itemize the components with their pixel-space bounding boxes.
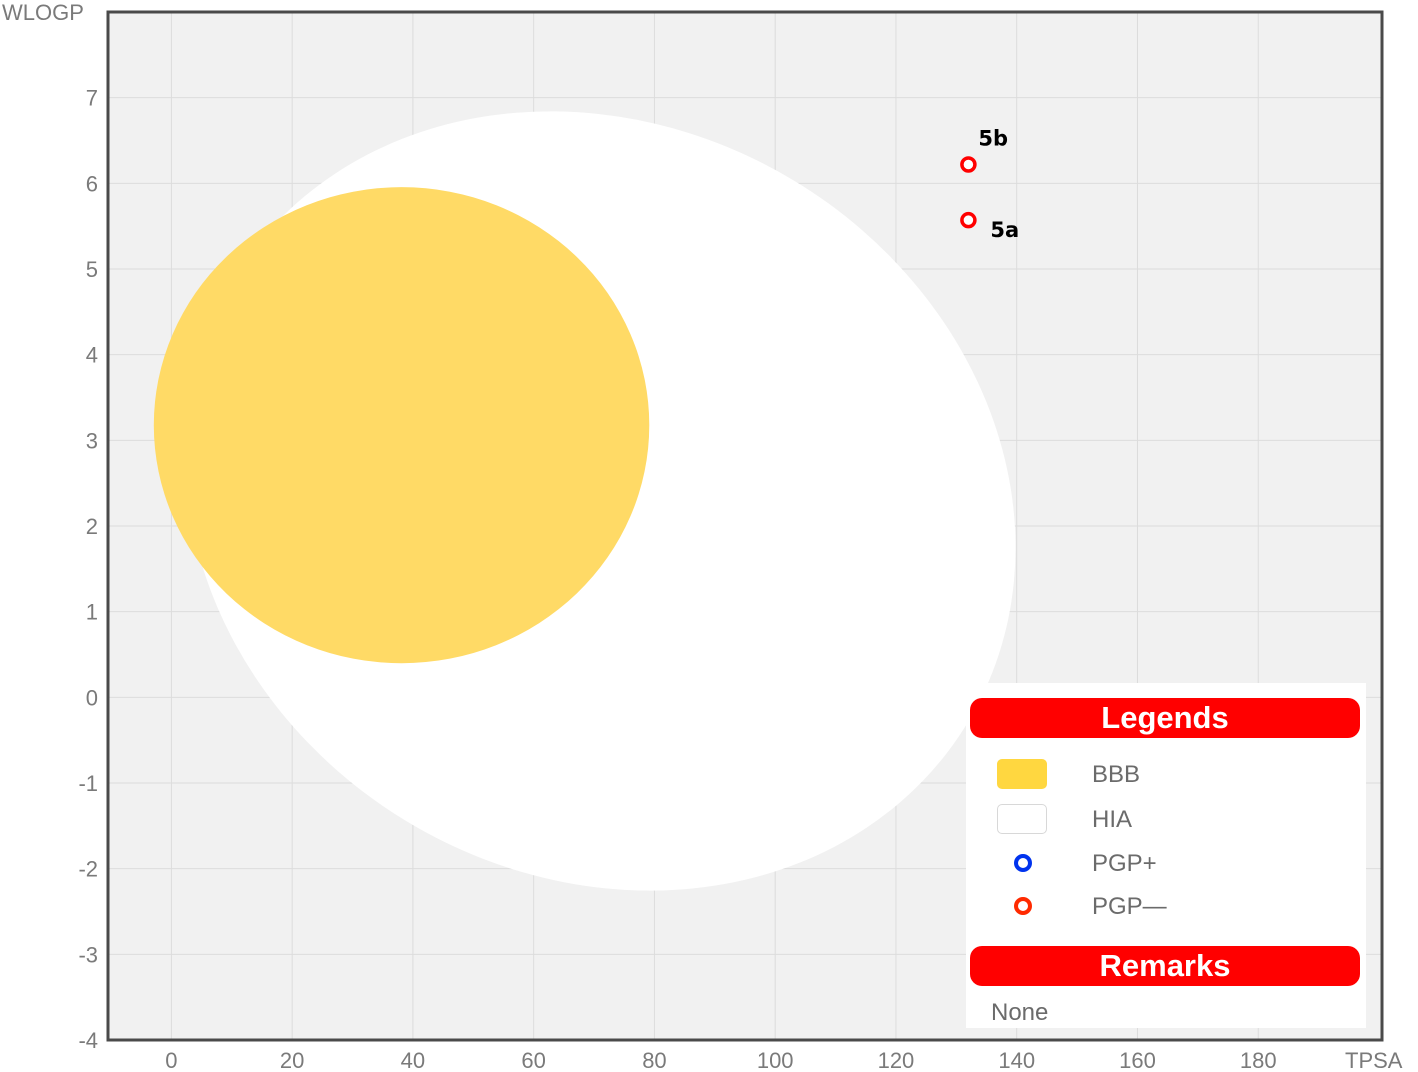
point-5b [960, 156, 977, 173]
x-axis-label: TPSA [1345, 1048, 1403, 1072]
x-tick-labels: 0 20 40 60 80 100 120 140 160 180 [165, 1048, 1276, 1072]
x-tick-label: 120 [878, 1048, 915, 1072]
y-tick-label: 6 [86, 171, 98, 196]
legend-title: Legends [970, 698, 1360, 738]
x-tick-label: 0 [165, 1048, 177, 1072]
x-tick-label: 40 [401, 1048, 425, 1072]
y-tick-label: 1 [86, 600, 98, 625]
legend-item-bbb: BBB [966, 757, 1366, 793]
point-5a [960, 211, 977, 229]
hia-swatch [997, 804, 1047, 834]
point-label-5b: 5b [978, 126, 1008, 150]
point-label-5a: 5a [990, 218, 1019, 242]
remarks-title: Remarks [970, 946, 1360, 986]
y-tick-label: 2 [86, 514, 98, 539]
legend-label-hia: HIA [1092, 806, 1133, 833]
x-tick-label: 20 [280, 1048, 304, 1072]
legend-label-pgp-plus: PGP+ [1092, 850, 1157, 877]
y-tick-label: -2 [78, 857, 98, 882]
x-tick-label: 60 [521, 1048, 545, 1072]
legend-item-pgp-plus: PGP+ [966, 846, 1366, 882]
pgp-minus-circle-icon [1014, 897, 1032, 915]
y-tick-labels: 7 6 5 4 3 2 1 0 -1 -2 -3 -4 [78, 86, 98, 1053]
legend-panel: Legends BBB HIA PGP+ PGP— Remarks None [966, 683, 1366, 1028]
y-tick-label: -4 [78, 1028, 98, 1053]
x-tick-label: 180 [1240, 1048, 1277, 1072]
pgp-plus-circle-icon [1014, 854, 1032, 872]
bbb-region [153, 187, 650, 664]
y-tick-label: 4 [86, 343, 98, 368]
y-tick-label: 5 [86, 257, 98, 282]
y-tick-label: -1 [78, 771, 98, 796]
legend-label-bbb: BBB [1092, 761, 1141, 788]
legend-label-pgp-minus: PGP— [1092, 893, 1167, 920]
x-tick-label: 140 [998, 1048, 1035, 1072]
legend-item-pgp-minus: PGP— [966, 889, 1366, 925]
x-tick-label: 80 [642, 1048, 666, 1072]
x-tick-label: 160 [1119, 1048, 1156, 1072]
bbb-swatch [997, 759, 1047, 789]
y-tick-label: -3 [78, 942, 98, 967]
y-axis-label: WLOGP [2, 0, 84, 25]
remarks-text: None [991, 999, 1049, 1026]
legend-item-hia: HIA [966, 802, 1366, 838]
y-tick-label: 7 [86, 86, 98, 111]
y-tick-label: 0 [86, 685, 98, 710]
y-tick-label: 3 [86, 428, 98, 453]
x-tick-label: 100 [757, 1048, 794, 1072]
